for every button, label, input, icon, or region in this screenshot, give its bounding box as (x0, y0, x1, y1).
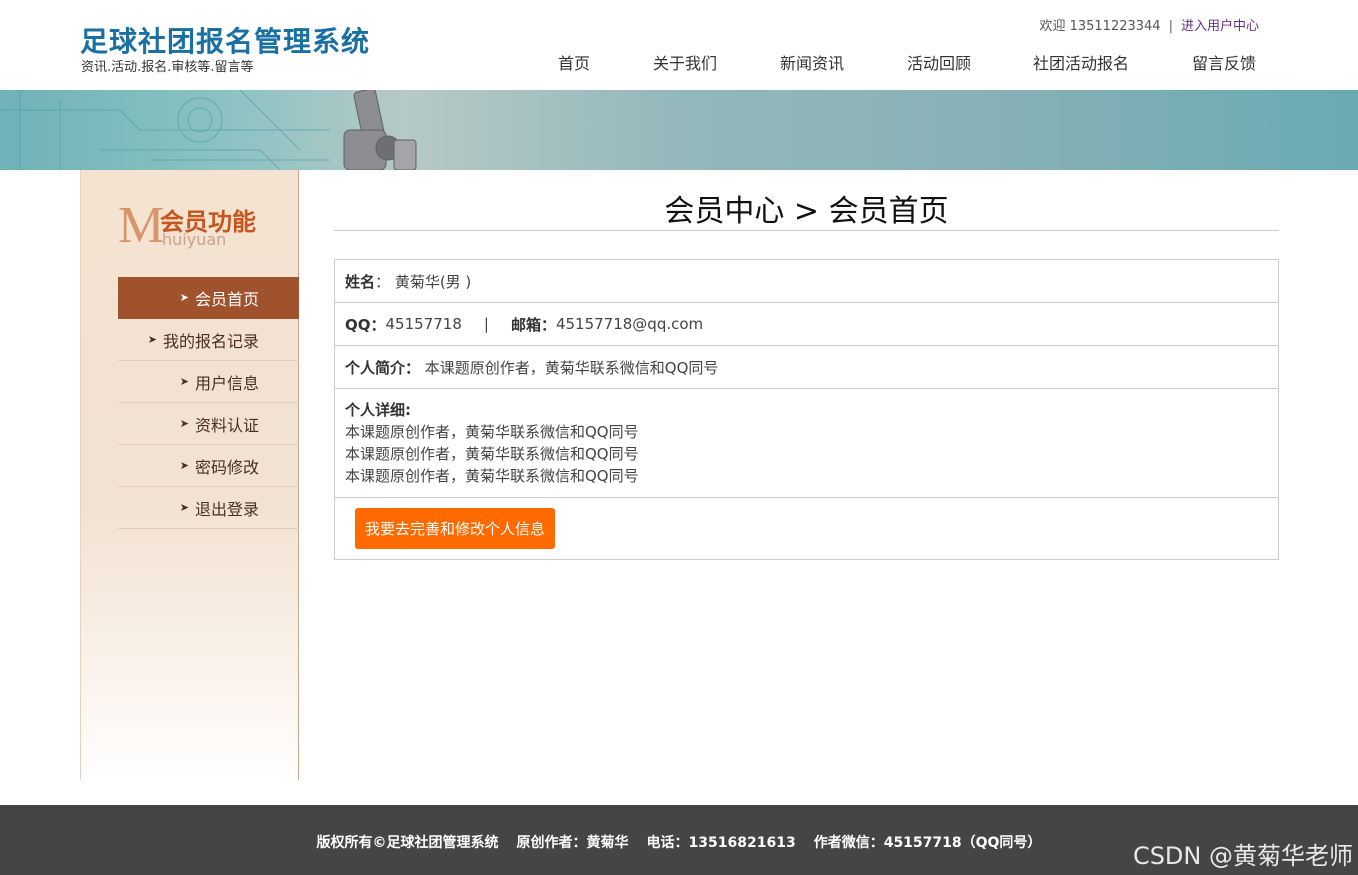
banner-blueprint-lines (0, 90, 330, 170)
detail-label: 个人详细: (345, 401, 411, 419)
footer-phone: 电话：13516821613 (646, 835, 796, 851)
sidebar-item-logout[interactable]: ➤ 退出登录 (118, 487, 299, 529)
welcome-bar: 欢迎 13511223344 | 进入用户中心 (1039, 15, 1259, 34)
email-label: 邮箱： (510, 315, 556, 334)
site-subtitle: 资讯.活动.报名.审核等.留言等 (81, 60, 254, 75)
site-title[interactable]: 足球社团报名管理系统 (80, 20, 370, 60)
detail-line: 本课题原创作者，黄菊华联系微信和QQ同号 (345, 467, 639, 485)
sidebar-item-user-info[interactable]: ➤ 用户信息 (118, 361, 299, 403)
detail-line: 本课题原创作者，黄菊华联系微信和QQ同号 (345, 445, 639, 463)
banner-image (0, 90, 1358, 170)
sidebar-item-label: 资料认证 (194, 415, 259, 435)
user-center-link[interactable]: 进入用户中心 (1181, 19, 1259, 34)
chevron-right-icon: ➤ (179, 501, 189, 514)
nav-news[interactable]: 新闻资讯 (742, 50, 882, 74)
name-row: 姓名： 黄菊华(男 ) (335, 260, 1278, 303)
detail-line: 本课题原创作者，黄菊华联系微信和QQ同号 (345, 423, 639, 441)
nav-home[interactable]: 首页 (520, 50, 628, 74)
sidebar-item-password[interactable]: ➤ 密码修改 (118, 445, 299, 487)
qq-value: 45157718 (385, 315, 462, 333)
chevron-right-icon: ➤ (179, 459, 189, 472)
qq-label: QQ： (345, 315, 386, 334)
welcome-text: 欢迎 13511223344 (1039, 19, 1161, 34)
name-label: 姓名 (345, 272, 376, 291)
sidebar-item-verification[interactable]: ➤ 资料认证 (118, 403, 299, 445)
member-info-panel: 姓名： 黄菊华(男 ) QQ： 45157718 | 邮箱： 45157718@qq.c… (334, 259, 1279, 560)
sidebar-item-signup-records[interactable]: ➤ 我的报名记录 (118, 319, 299, 361)
sidebar-item-member-home[interactable]: ➤ 会员首页 (118, 277, 299, 319)
detail-row: 个人详细: 本课题原创作者，黄菊华联系微信和QQ同号 本课题原创作者，黄菊华联系… (335, 389, 1278, 498)
member-functions-logo: M 会员功能 huiyuan (118, 200, 278, 252)
logo-letter: M (118, 197, 165, 254)
main-nav: 首页 关于我们 新闻资讯 活动回顾 社团活动报名 留言反馈 (520, 50, 1282, 74)
nav-activity-review[interactable]: 活动回顾 (882, 50, 996, 74)
nav-club-signup[interactable]: 社团活动报名 (996, 50, 1166, 74)
intro-label: 个人简介： (345, 358, 421, 377)
logo-pinyin: huiyuan (162, 230, 227, 249)
welcome-separator: | (1168, 19, 1173, 34)
member-sidebar: M 会员功能 huiyuan ➤ 会员首页 ➤ 我的报名记录 ➤ 用户信息 ➤ 资料认证… (80, 170, 299, 780)
site-header: 足球社团报名管理系统 资讯.活动.报名.审核等.留言等 欢迎 135112233… (0, 0, 1358, 90)
name-colon: ： (375, 272, 391, 291)
edit-profile-button[interactable]: 我要去完善和修改个人信息 (355, 508, 556, 549)
csdn-watermark: CSDN @黄菊华老师 (1132, 842, 1353, 870)
contact-row: QQ： 45157718 | 邮箱： 45157718@qq.com (335, 303, 1278, 346)
sidebar-item-label: 我的报名记录 (162, 331, 259, 351)
chevron-right-icon: ➤ (147, 333, 157, 346)
sidebar-item-label: 会员首页 (194, 289, 259, 309)
action-row: 我要去完善和修改个人信息 (335, 498, 1278, 559)
footer-wechat: 作者微信：45157718（QQ同号） (813, 835, 1042, 851)
chevron-right-icon: ➤ (179, 375, 189, 388)
footer-copyright: 版权所有©足球社团管理系统 (316, 835, 499, 851)
intro-row: 个人简介： 本课题原创作者，黄菊华联系微信和QQ同号 (335, 346, 1278, 389)
sidebar-item-label: 退出登录 (194, 499, 259, 519)
footer-author: 原创作者：黄菊华 (516, 835, 629, 851)
sidebar-menu: ➤ 会员首页 ➤ 我的报名记录 ➤ 用户信息 ➤ 资料认证 ➤ 密码修改 ➤ 退出登录 (118, 277, 299, 529)
nav-about[interactable]: 关于我们 (628, 50, 742, 74)
chevron-right-icon: ➤ (179, 417, 189, 430)
nav-feedback[interactable]: 留言反馈 (1166, 50, 1282, 74)
name-value: 黄菊华(男 ) (394, 272, 472, 291)
site-footer: 版权所有©足球社团管理系统 原创作者：黄菊华 电话：13516821613 作者微信：… (0, 805, 1358, 875)
email-value: 45157718@qq.com (555, 315, 704, 333)
chevron-right-icon: ➤ (179, 291, 189, 304)
page-title: 会员中心 > 会员首页 (334, 186, 1279, 231)
contact-separator: | (483, 315, 489, 333)
robot-arm-graphic (343, 90, 417, 170)
sidebar-item-label: 密码修改 (194, 457, 259, 477)
sidebar-item-label: 用户信息 (194, 373, 259, 393)
intro-value: 本课题原创作者，黄菊华联系微信和QQ同号 (424, 358, 719, 377)
